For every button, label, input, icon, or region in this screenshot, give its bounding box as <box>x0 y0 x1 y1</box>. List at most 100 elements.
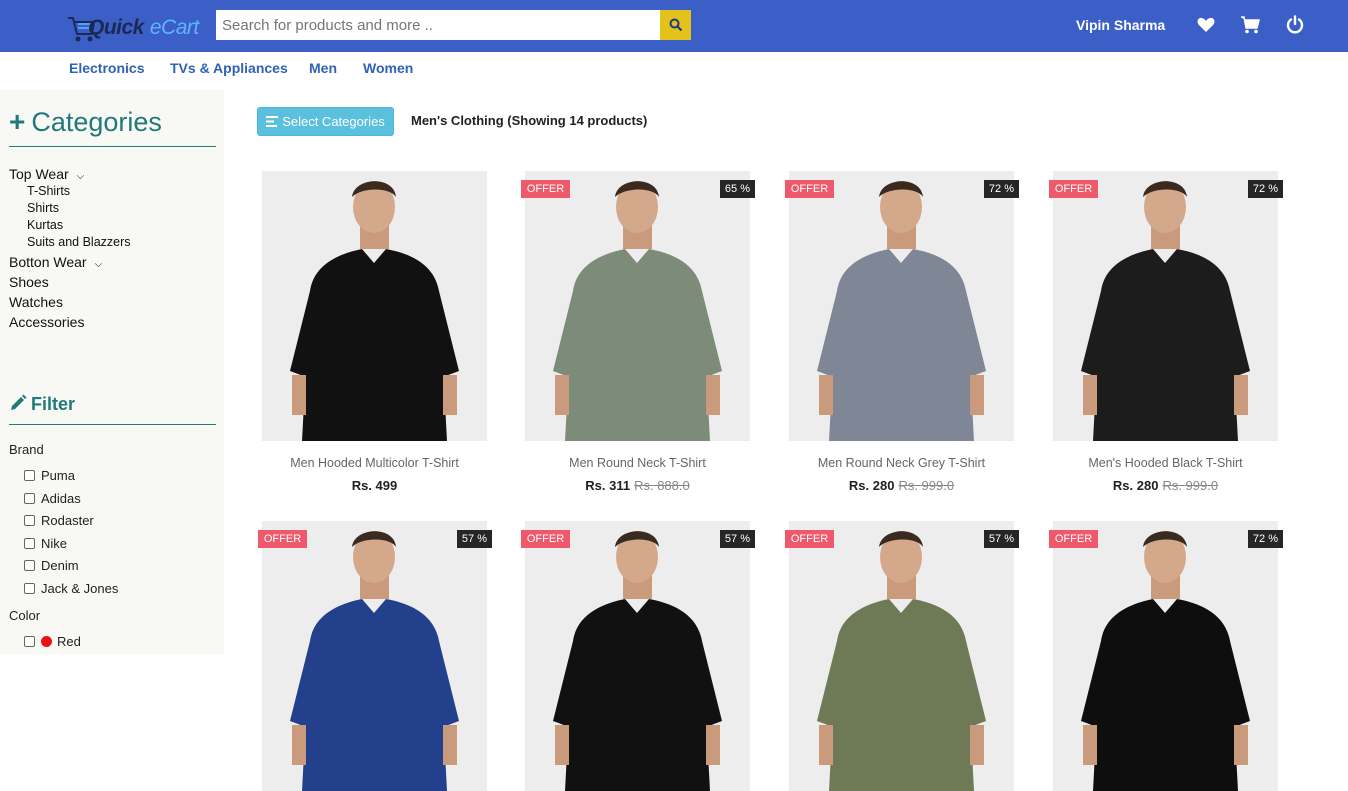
offer-badge: OFFER <box>1049 180 1098 198</box>
nav-women[interactable]: Women <box>363 60 413 76</box>
logo-text-quick: Quick <box>88 16 144 39</box>
offer-badge: OFFER <box>521 530 570 548</box>
select-categories-button[interactable]: Select Categories <box>257 107 394 136</box>
nav-tvs-appliances[interactable]: TVs & Appliances <box>170 60 288 76</box>
color-swatch <box>41 636 52 647</box>
current-price: Rs. 280 <box>848 478 895 493</box>
category-t-shirts[interactable]: T-Shirts <box>27 184 70 198</box>
discount-badge: 57 % <box>456 530 492 548</box>
category-suits-blazzers[interactable]: Suits and Blazzers <box>27 235 131 249</box>
discount-badge: 72 % <box>983 180 1019 198</box>
brand-option-denim[interactable]: Denim <box>24 558 79 573</box>
product-name[interactable]: Men Hooded Multicolor T-Shirt <box>262 456 487 470</box>
power-icon <box>1286 15 1304 34</box>
user-name[interactable]: Vipin Sharma <box>1076 17 1165 33</box>
sidebar: + Categories Top Wear ⌵ T-Shirts Shirts Ku… <box>0 90 224 654</box>
model-illustration <box>817 531 986 791</box>
discount-badge: 72 % <box>1247 530 1283 548</box>
category-accessories[interactable]: Accessories <box>9 314 84 330</box>
product-image[interactable] <box>1053 521 1278 791</box>
search-input[interactable] <box>216 10 660 40</box>
product-image[interactable] <box>262 521 487 791</box>
offer-badge: OFFER <box>785 530 834 548</box>
wishlist-button[interactable] <box>1196 15 1216 35</box>
nav-men[interactable]: Men <box>309 60 337 76</box>
checkbox[interactable] <box>24 515 35 526</box>
model-illustration <box>1081 181 1250 441</box>
model-illustration <box>553 181 722 441</box>
product-image[interactable] <box>525 171 750 441</box>
brand-label: Brand <box>9 442 44 457</box>
plus-icon: + <box>9 106 26 137</box>
category-shirts[interactable]: Shirts <box>27 201 59 215</box>
add-to-wishlist-link[interactable] <box>851 502 951 505</box>
model-illustration <box>290 181 459 441</box>
nav-electronics[interactable]: Electronics <box>69 60 144 76</box>
brand-option-jack-jones[interactable]: Jack & Jones <box>24 581 118 596</box>
add-to-wishlist-link[interactable] <box>587 502 687 505</box>
category-nav: Electronics TVs & Appliances Men Women <box>0 52 1348 90</box>
divider <box>9 146 216 147</box>
brand-option-puma[interactable]: Puma <box>24 468 75 483</box>
product-name[interactable]: Men's Hooded Black T-Shirt <box>1053 456 1278 470</box>
add-to-wishlist-link[interactable] <box>1115 502 1215 505</box>
product-image[interactable] <box>789 171 1014 441</box>
cart-button[interactable] <box>1240 15 1260 35</box>
offer-badge: OFFER <box>258 530 307 548</box>
product-price: Rs. 280 Rs. 999.0 <box>789 478 1014 493</box>
discount-badge: 57 % <box>719 530 755 548</box>
category-top-wear[interactable]: Top Wear ⌵ <box>9 166 84 182</box>
product-image[interactable] <box>262 171 487 441</box>
checkbox[interactable] <box>24 470 35 481</box>
brand-option-rodaster[interactable]: Rodaster <box>24 513 94 528</box>
brand-option-adidas[interactable]: Adidas <box>24 491 81 506</box>
discount-badge: 65 % <box>719 180 755 198</box>
cart-icon <box>1241 16 1260 34</box>
product-image[interactable] <box>789 521 1014 791</box>
logo-text-ecart: eCart <box>149 16 199 39</box>
original-price: Rs. 999.0 <box>898 478 955 493</box>
checkbox[interactable] <box>24 493 35 504</box>
color-option-red[interactable]: Red <box>24 634 81 649</box>
top-header: QuickeCart Vipin Sharma <box>0 0 1348 52</box>
model-illustration <box>553 531 722 791</box>
model-illustration <box>817 181 986 441</box>
checkbox[interactable] <box>24 538 35 549</box>
product-image[interactable] <box>1053 171 1278 441</box>
chevron-down-icon: ⌵ <box>94 259 103 270</box>
results-summary: Men's Clothing (Showing 14 products) <box>411 113 648 128</box>
logout-button[interactable] <box>1285 15 1305 35</box>
search-icon <box>669 18 682 32</box>
add-to-wishlist-link[interactable] <box>324 502 424 505</box>
checkbox[interactable] <box>24 583 35 594</box>
offer-badge: OFFER <box>785 180 834 198</box>
chevron-down-icon: ⌵ <box>76 171 85 182</box>
product-name[interactable]: Men Round Neck T-Shirt <box>525 456 750 470</box>
category-botton-wear[interactable]: Botton Wear ⌵ <box>9 254 102 270</box>
current-price: Rs. 280 <box>1112 478 1159 493</box>
divider <box>9 424 216 425</box>
product-price: Rs. 499 <box>262 478 487 493</box>
checkbox[interactable] <box>24 636 35 647</box>
model-illustration <box>290 531 459 791</box>
discount-badge: 72 % <box>1247 180 1283 198</box>
category-kurtas[interactable]: Kurtas <box>27 218 63 232</box>
category-watches[interactable]: Watches <box>9 294 63 310</box>
product-price: Rs. 311 Rs. 888.0 <box>525 478 750 493</box>
original-price: Rs. 999.0 <box>1162 478 1219 493</box>
model-illustration <box>1081 531 1250 791</box>
categories-heading: + Categories <box>9 106 162 137</box>
logo[interactable]: Quick eCart <box>66 10 206 44</box>
product-name[interactable]: Men Round Neck Grey T-Shirt <box>789 456 1014 470</box>
category-shoes[interactable]: Shoes <box>9 274 49 290</box>
search-button[interactable] <box>660 10 691 40</box>
list-icon <box>266 116 279 127</box>
checkbox[interactable] <box>24 560 35 571</box>
product-image[interactable] <box>525 521 750 791</box>
heart-icon <box>1197 17 1215 32</box>
discount-badge: 57 % <box>983 530 1019 548</box>
color-label: Color <box>9 608 41 623</box>
current-price: Rs. 499 <box>351 478 398 493</box>
brand-option-nike[interactable]: Nike <box>24 536 67 551</box>
filter-heading: Filter <box>9 394 75 415</box>
